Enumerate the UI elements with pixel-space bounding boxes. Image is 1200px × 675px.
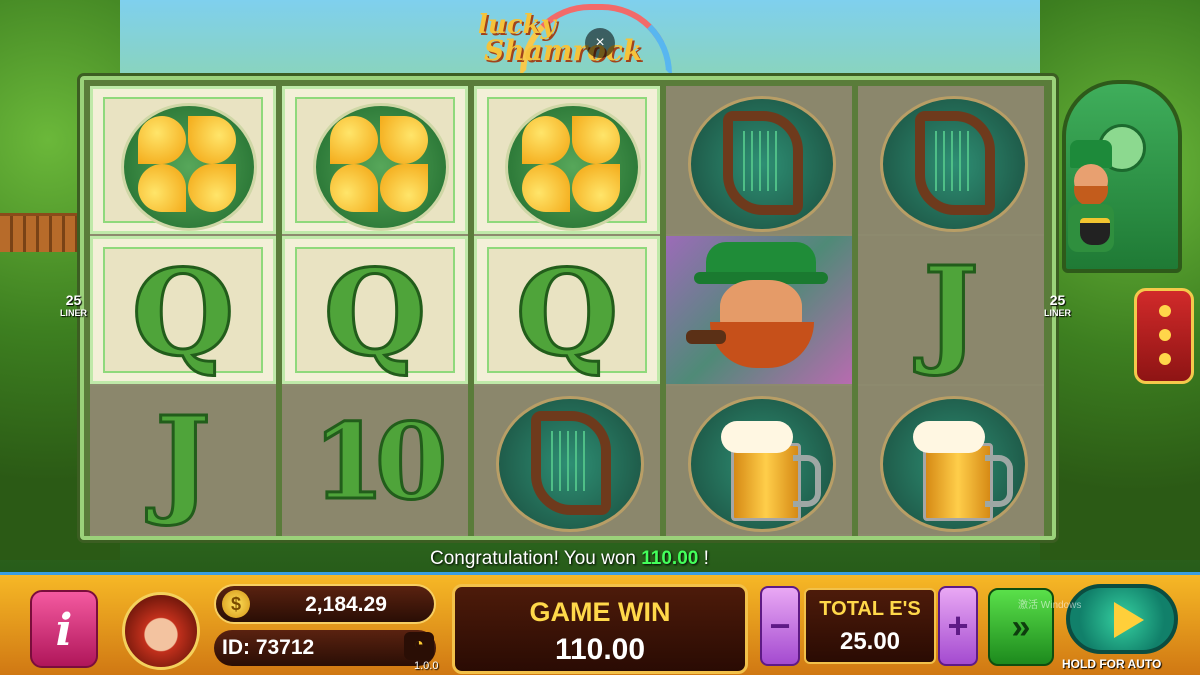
liner-right-label: LINER [1044, 308, 1071, 318]
harp-icon [688, 96, 836, 232]
reel-5: J [858, 86, 1044, 536]
reel-1: QJ [90, 86, 276, 536]
version-label: 1.0.0 [414, 660, 439, 672]
reels-frame: Q J Q 10 Q J [80, 76, 1056, 540]
card-symbol-q: Q [322, 242, 428, 384]
reel-symbol [858, 386, 1044, 534]
reel-4 [666, 86, 852, 536]
background-fence [0, 213, 82, 252]
golden-shamrock-icon [121, 103, 257, 231]
reel-symbol: Q [474, 236, 660, 384]
menu-dot-icon [1159, 353, 1171, 365]
win-message-prefix: Congratulation! You won [430, 548, 636, 569]
total-bet-label: TOTAL E'S [819, 598, 921, 620]
liner-right-count: 25 [1049, 292, 1066, 308]
os-watermark: 激活 Windows [1018, 600, 1082, 611]
reel-symbol [282, 86, 468, 234]
menu-button[interactable] [1134, 288, 1194, 384]
coin-icon: $ [222, 590, 250, 618]
game-win-panel: GAME WIN 110.00 [452, 584, 748, 674]
liner-left: 25 LINER [60, 292, 87, 318]
card-symbol-10: 10 [311, 399, 449, 525]
beer-mug-icon [880, 396, 1028, 532]
menu-dot-icon [1159, 329, 1171, 341]
liner-left-count: 25 [65, 292, 82, 308]
player-id-box: ID: 73712 [214, 630, 436, 666]
close-icon[interactable]: × [585, 28, 615, 58]
golden-shamrock-icon [313, 103, 449, 231]
reel-symbol [666, 236, 852, 384]
game-win-value: 110.00 [554, 633, 646, 666]
golden-shamrock-icon [505, 103, 641, 231]
win-message-amount: 110.00 [641, 548, 699, 569]
wifi-icon: ◔ [404, 632, 434, 660]
beer-mug-icon [688, 396, 836, 532]
reel-symbol: Q [282, 236, 468, 384]
menu-dot-icon [1159, 305, 1171, 317]
balance-box: $ 2,184.29 [214, 584, 436, 624]
reel-3: Q [474, 86, 660, 536]
total-bet-value: 25.00 [839, 628, 901, 655]
logo-text-shamrock: Shamrock [484, 34, 643, 67]
harp-icon [880, 96, 1028, 232]
reel-symbol [90, 86, 276, 234]
win-message: Congratulation! You won 110.00 ! [430, 548, 709, 570]
harp-icon [496, 396, 644, 532]
liner-left-label: LINER [60, 308, 87, 318]
play-icon [1114, 602, 1144, 638]
bet-increase-button[interactable]: + [938, 586, 978, 666]
card-symbol-q: Q [130, 242, 236, 384]
reel-symbol: Q [90, 236, 276, 384]
spin-button[interactable] [1066, 584, 1178, 654]
game-win-label: GAME WIN [529, 597, 671, 627]
reel-symbol [666, 386, 852, 534]
total-bet-panel: TOTAL E'S 25.00 [804, 588, 936, 664]
reel-symbol: 10 [282, 386, 468, 534]
reel-symbol [474, 86, 660, 234]
reel-symbol [858, 86, 1044, 234]
reel-symbol: J [858, 236, 1044, 384]
info-button[interactable]: i [30, 590, 98, 668]
reel-symbol [474, 386, 660, 534]
leprechaun-icon [666, 236, 852, 384]
reel-symbol: J [90, 386, 276, 534]
player-id: ID: 73712 [222, 636, 315, 659]
avatar[interactable] [122, 592, 200, 670]
reel-2: Q 10 [282, 86, 468, 536]
hold-for-auto-label: HOLD FOR AUTO [1062, 657, 1162, 671]
leprechaun-mascot [1060, 140, 1120, 260]
bet-decrease-button[interactable]: − [760, 586, 800, 666]
card-symbol-j: J [154, 389, 213, 531]
win-message-suffix: ! [703, 548, 709, 569]
liner-right: 25 LINER [1044, 292, 1071, 318]
game-logo: lucky Shamrock [470, 4, 672, 76]
balance-value: 2,184.29 [305, 593, 387, 616]
card-symbol-q: Q [514, 242, 620, 384]
reel-symbol [666, 86, 852, 234]
card-symbol-j: J [922, 239, 981, 381]
